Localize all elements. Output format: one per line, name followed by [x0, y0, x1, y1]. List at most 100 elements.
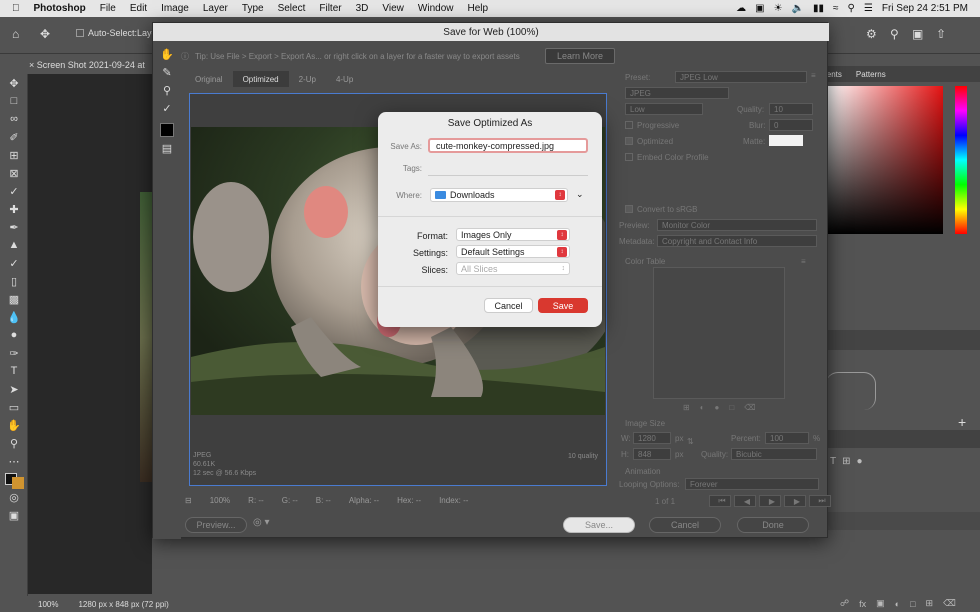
tab-2-up[interactable]: 2-Up — [289, 71, 326, 87]
toggle-slices-icon[interactable]: ▤ — [153, 139, 181, 157]
healing-tool-icon[interactable]: ✚ — [0, 200, 28, 218]
looping-select[interactable]: Forever — [685, 478, 819, 490]
preview-select[interactable]: Monitor Color — [657, 219, 817, 231]
zoom-out-icon[interactable]: ⊟ — [185, 496, 192, 505]
move-tool-icon[interactable]: ✥ — [0, 74, 28, 92]
preset-select[interactable]: JPEG Low — [675, 71, 807, 83]
link-icon[interactable]: ⇅ — [687, 437, 694, 446]
brightness-icon[interactable]: ☀ — [774, 3, 783, 14]
cancel-button[interactable]: Cancel — [484, 298, 533, 313]
hue-slider[interactable] — [955, 86, 967, 234]
dodge-tool-icon[interactable]: ● — [0, 326, 28, 344]
search-icon[interactable]: ⚲ — [848, 3, 855, 14]
cloud-icon[interactable]: ☁ — [736, 3, 746, 14]
blur-tool-icon[interactable]: 💧 — [0, 308, 28, 326]
height-input[interactable]: 848 — [633, 448, 671, 460]
menu-edit[interactable]: Edit — [130, 3, 147, 14]
tab-patterns[interactable]: Patterns — [856, 70, 886, 79]
preview-button[interactable]: Preview... — [185, 517, 247, 533]
crop-tool-icon[interactable]: ⊞ — [0, 146, 28, 164]
home-icon[interactable]: ⌂ — [12, 27, 19, 41]
menu-layer[interactable]: Layer — [203, 3, 228, 14]
sfw-save-button[interactable]: Save... — [563, 517, 635, 533]
width-input[interactable]: 1280 — [633, 432, 671, 444]
eyedropper-color-swatch[interactable] — [153, 121, 181, 139]
play-icon[interactable]: ▶ — [759, 495, 781, 507]
color-picker-field[interactable] — [828, 86, 943, 234]
preset-menu-icon[interactable]: ≡ — [811, 71, 816, 80]
display-icon[interactable]: ▣ — [755, 3, 764, 14]
convert-srgb-checkbox[interactable] — [625, 205, 633, 213]
move-tool-icon[interactable]: ✥ — [40, 27, 50, 41]
first-frame-icon[interactable]: ⏮ — [709, 495, 731, 507]
prev-frame-icon[interactable]: ◀ — [734, 495, 756, 507]
eyedropper-tool-icon[interactable]: ✓ — [0, 182, 28, 200]
lock-icon[interactable]: ● — [857, 456, 863, 467]
path-select-icon[interactable]: ➤ — [0, 380, 28, 398]
text-icon[interactable]: T — [830, 456, 836, 467]
zoom-tool-icon[interactable]: ⚲ — [0, 434, 28, 452]
menu-file[interactable]: File — [100, 3, 116, 14]
layer-row[interactable] — [828, 512, 980, 530]
lock-color-icon[interactable]: ● — [715, 403, 720, 412]
marquee-tool-icon[interactable]: □ — [0, 92, 28, 110]
last-frame-icon[interactable]: ⏭ — [809, 495, 831, 507]
quick-select-icon[interactable]: ✐ — [0, 128, 28, 146]
menu-clock[interactable]: Fri Sep 24 2:51 PM — [882, 3, 968, 14]
gear-icon[interactable]: ⚙ — [866, 27, 877, 41]
new-layer-icon[interactable]: ⊞ — [926, 598, 934, 609]
color-table[interactable] — [653, 267, 785, 399]
format-select[interactable]: Images Only ↕ — [456, 228, 570, 241]
map-color-icon[interactable]: ⊞ — [683, 403, 690, 412]
add-icon[interactable]: + — [958, 414, 966, 430]
tab-optimized[interactable]: Optimized — [232, 71, 289, 87]
menu-view[interactable]: View — [382, 3, 404, 14]
metadata-select[interactable]: Copyright and Contact Info — [657, 235, 817, 247]
control-center-icon[interactable]: ☰ — [864, 3, 873, 14]
embed-profile-checkbox[interactable] — [625, 153, 633, 161]
screen-mode-icon[interactable]: ▣ — [0, 506, 28, 524]
stamp-tool-icon[interactable]: ▲ — [0, 236, 28, 254]
menu-select[interactable]: Select — [278, 3, 306, 14]
auto-select-checkbox[interactable] — [76, 29, 84, 37]
optimized-checkbox[interactable] — [625, 137, 633, 145]
eyedropper-tool-icon[interactable]: ✓ — [153, 99, 181, 117]
delete-color-icon[interactable]: ⌫ — [744, 403, 755, 412]
hand-tool-icon[interactable]: ✋ — [153, 45, 181, 63]
menu-window[interactable]: Window — [418, 3, 454, 14]
format-select[interactable]: JPEG — [625, 87, 729, 99]
wifi-icon[interactable]: ≈ — [833, 3, 839, 14]
menu-image[interactable]: Image — [161, 3, 189, 14]
settings-select[interactable]: Default Settings ↕ — [456, 245, 570, 258]
matte-swatch[interactable] — [769, 135, 803, 146]
type-tool-icon[interactable]: T — [0, 362, 28, 380]
sfw-cancel-button[interactable]: Cancel — [649, 517, 721, 533]
quality-level-select[interactable]: Low — [625, 103, 703, 115]
app-menu[interactable]: Photoshop — [34, 3, 86, 14]
learn-more-button[interactable]: Learn More — [545, 48, 615, 64]
adjustment-icon[interactable]: ◐ — [895, 599, 900, 609]
link-icon[interactable]: ☍ — [840, 598, 849, 609]
new-color-icon[interactable]: □ — [729, 403, 734, 412]
share-icon[interactable]: ⇧ — [936, 27, 946, 41]
status-zoom[interactable]: 100% — [38, 600, 58, 609]
menu-type[interactable]: Type — [242, 3, 264, 14]
eraser-tool-icon[interactable]: ▯ — [0, 272, 28, 290]
blur-input[interactable]: 0 — [769, 119, 813, 131]
quality-input[interactable]: 10 — [769, 103, 813, 115]
percent-input[interactable]: 100 — [765, 432, 809, 444]
workspace-icon[interactable]: ▣ — [912, 27, 923, 41]
browser-preview-icon[interactable]: ◎ ▾ — [253, 517, 270, 528]
menu-3d[interactable]: 3D — [356, 3, 369, 14]
transform-icon[interactable]: ⊞ — [842, 456, 850, 467]
close-icon[interactable]: × — [29, 60, 34, 70]
slices-select[interactable]: All Slices ↕ — [456, 262, 570, 275]
battery-icon[interactable]: ▮▮ — [813, 3, 824, 14]
web-shift-icon[interactable]: ◐ — [700, 403, 705, 412]
document-tab[interactable]: × Screen Shot 2021-09-24 at — [29, 56, 159, 74]
progressive-checkbox[interactable] — [625, 121, 633, 129]
save-button[interactable]: Save — [538, 298, 588, 313]
tab-4-up[interactable]: 4-Up — [326, 71, 363, 87]
slice-tool-icon[interactable]: ✎ — [153, 63, 181, 81]
search-icon[interactable]: ⚲ — [890, 27, 899, 41]
